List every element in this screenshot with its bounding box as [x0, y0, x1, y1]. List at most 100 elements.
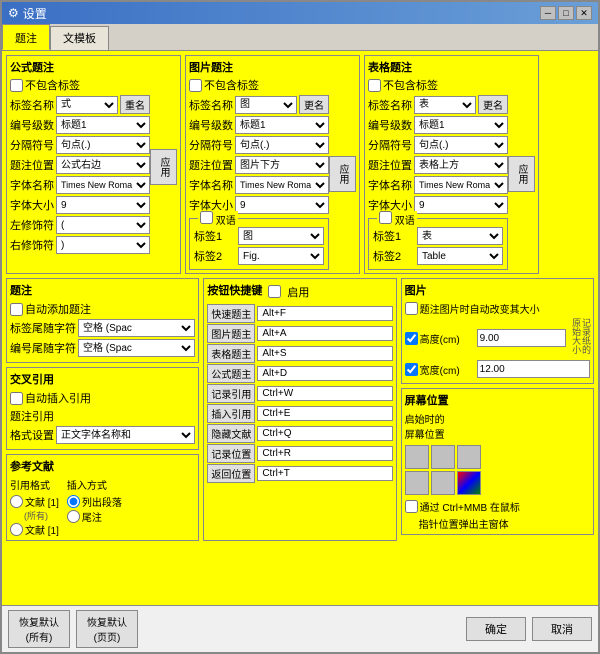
window-title: 设置 [23, 5, 540, 22]
formula-size-select[interactable]: 9 [56, 196, 150, 214]
tab-wenmoban[interactable]: 文模板 [50, 26, 109, 50]
table-bilang-checkbox[interactable] [379, 211, 392, 224]
image-label2-row: 标签2 Fig. [194, 247, 324, 265]
cancel-btn[interactable]: 取消 [532, 617, 592, 641]
formula-rename-btn[interactable]: 重名 [120, 95, 150, 114]
width-label: 宽度(cm) [420, 362, 475, 377]
screen-cell-1[interactable] [431, 445, 455, 469]
maximize-button[interactable]: □ [558, 6, 574, 20]
ref-format2-item: 文献 [1] [10, 522, 59, 537]
ref-insert1-radio[interactable] [67, 495, 80, 508]
image-label2-select[interactable]: Fig. [238, 247, 324, 265]
table-font-select[interactable]: Times New Roma [414, 176, 508, 194]
formula-size-row: 字体大小 9 [10, 196, 150, 214]
image-sep-row: 分隔符号 句点(.) [189, 136, 329, 154]
table-size-select[interactable]: 9 [414, 196, 508, 214]
screen-pos-title: 屏幕位置 [405, 392, 590, 408]
image-font-label: 字体名称 [189, 177, 233, 193]
shortcuts-enable-checkbox[interactable] [268, 285, 281, 298]
shortcut-row-7: 记录位置 Ctrl+R [207, 444, 392, 463]
formula-pos-select[interactable]: 公式右边 [56, 156, 150, 174]
table-form: 不包含标签 标签名称 表 更名 编号级数 标题1 [368, 77, 508, 270]
screen-cell-2[interactable] [457, 445, 481, 469]
auto-resize-row: 题注图片时自动改变其大小 [405, 301, 590, 316]
table-label2-select[interactable]: Table [417, 247, 503, 265]
formula-sep-select[interactable]: 句点(.) [56, 136, 150, 154]
table-rename-btn[interactable]: 更名 [478, 95, 508, 114]
close-button[interactable]: ✕ [576, 6, 592, 20]
table-level-select[interactable]: 标题1 [414, 116, 508, 134]
image-level-select[interactable]: 标题1 [235, 116, 329, 134]
tab-bar: 题注 文模板 [2, 24, 598, 51]
formula-level-row: 编号级数 标题1 [10, 116, 150, 134]
table-pos-select[interactable]: 表格上方 [414, 156, 508, 174]
ref-format2-radio[interactable] [10, 523, 23, 536]
formula-notag-checkbox[interactable] [10, 79, 23, 92]
height-checkbox[interactable] [405, 332, 418, 345]
tab-zhuanzhu[interactable]: 题注 [2, 24, 50, 50]
num-suffix-select[interactable]: 空格 (Spac [78, 339, 195, 357]
formula-pos-label: 题注位置 [10, 157, 54, 173]
image-size-select[interactable]: 9 [235, 196, 329, 214]
image-apply-btn[interactable]: 应用 [329, 156, 356, 192]
table-label1-select[interactable]: 表 [417, 227, 503, 245]
image-rename-btn[interactable]: 更名 [299, 95, 329, 114]
auto-cross-row: 自动插入引用 [10, 390, 195, 406]
table-sep-select[interactable]: 句点(.) [414, 136, 508, 154]
formula-pos-row: 题注位置 公式右边 [10, 156, 150, 174]
shortcuts-section: 按钮快捷键 启用 快速题主 Alt+F 图片题主 Alt+A 表格题主 [203, 278, 396, 541]
tag-suffix-row: 标签尾随字符 空格 (Spac [10, 319, 195, 337]
image-label1-select[interactable]: 图 [238, 227, 324, 245]
table-notag-checkbox[interactable] [368, 79, 381, 92]
restore-page-btn[interactable]: 恢复默认 (页页) [76, 610, 138, 648]
formula-apply-btn[interactable]: 应用 [150, 149, 177, 185]
image-notag-checkbox[interactable] [189, 79, 202, 92]
formula-rightmod-label: 右修饰符 [10, 237, 54, 253]
image-tagname-select[interactable]: 图 [235, 96, 297, 114]
formula-sep-row: 分隔符号 句点(.) [10, 136, 150, 154]
screen-cell-4[interactable] [431, 471, 455, 495]
ref-format1-item: 文献 [1] [10, 494, 59, 509]
ok-btn[interactable]: 确定 [466, 617, 526, 641]
cross-format-select[interactable]: 正文字体名称和 [56, 426, 195, 444]
tag-suffix-label: 标签尾随字符 [10, 320, 76, 336]
width-input[interactable] [477, 360, 590, 378]
minimize-button[interactable]: ─ [540, 6, 556, 20]
image-font-select[interactable]: Times New Roma [235, 176, 329, 194]
screen-cell-5[interactable] [457, 471, 481, 495]
tag-suffix-select[interactable]: 空格 (Spac [78, 319, 195, 337]
screen-cell-3[interactable] [405, 471, 429, 495]
ctrl-checkbox[interactable] [405, 500, 418, 513]
image-bilang-box: 双语 标签1 图 标签2 Fig. [189, 218, 329, 270]
ref-format1-radio[interactable] [10, 495, 23, 508]
formula-tagname-label: 标签名称 [10, 97, 54, 113]
formula-rightmod-select[interactable]: ) [56, 236, 150, 254]
shortcut-label-6: 隐藏文献 [207, 424, 255, 443]
window-icon: ⚙ [8, 6, 19, 20]
references-section: 参考文献 引用格式 文献 [1] (所有) 文献 [1] [6, 454, 199, 541]
table-caption-section: 表格题注 不包含标签 标签名称 表 更名 [364, 55, 539, 274]
image-settings-title: 图片 [405, 282, 590, 298]
formula-font-select[interactable]: Times New Roma [56, 176, 150, 194]
screen-cell-0[interactable] [405, 445, 429, 469]
width-checkbox[interactable] [405, 363, 418, 376]
formula-leftmod-select[interactable]: ( [56, 216, 150, 234]
table-tagname-select[interactable]: 表 [414, 96, 476, 114]
formula-tagname-select[interactable]: 式 [56, 96, 118, 114]
image-pos-select[interactable]: 图片下方 [235, 156, 329, 174]
image-bilang-checkbox[interactable] [200, 211, 213, 224]
auto-cross-checkbox[interactable] [10, 392, 23, 405]
references-title: 参考文献 [10, 458, 195, 474]
restore-all-btn[interactable]: 恢复默认 (所有) [8, 610, 70, 648]
table-apply-btn[interactable]: 应用 [508, 156, 535, 192]
table-notag-row: 不包含标签 [368, 77, 508, 93]
height-input[interactable] [477, 329, 567, 347]
image-sep-select[interactable]: 句点(.) [235, 136, 329, 154]
auto-resize-checkbox[interactable] [405, 302, 418, 315]
formula-level-select[interactable]: 标题1 [56, 116, 150, 134]
shortcut-key-1: Alt+A [257, 326, 392, 341]
table-sep-row: 分隔符号 句点(.) [368, 136, 508, 154]
ref-insert2-radio[interactable] [67, 510, 80, 523]
image-tagname-row: 标签名称 图 更名 [189, 95, 329, 114]
auto-add-checkbox[interactable] [10, 303, 23, 316]
